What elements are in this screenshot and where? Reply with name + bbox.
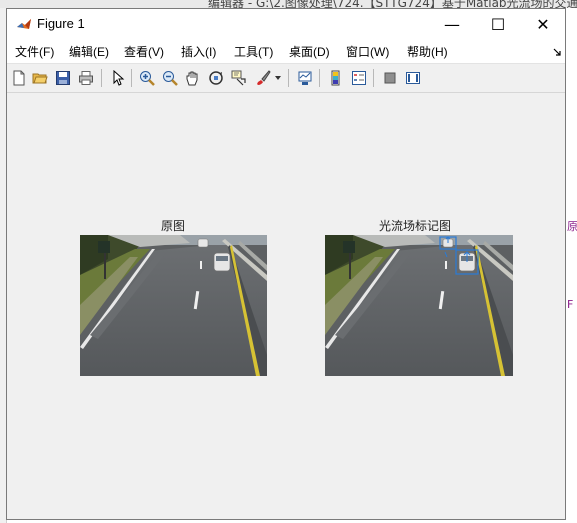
pan-button[interactable] — [184, 69, 202, 87]
menu-view[interactable]: 查看(V) — [124, 43, 164, 60]
link-plot-icon — [298, 71, 312, 85]
menu-bar: 文件(F) 编辑(E) 查看(V) 插入(I) 工具(T) 桌面(D) 窗口(W… — [7, 39, 565, 64]
show-plot-tools-icon — [406, 72, 420, 84]
figure-canvas: 原图 光流场标记图 — [7, 93, 565, 519]
background-side-text: 原 — [567, 220, 577, 233]
arrow-icon[interactable] — [553, 48, 561, 56]
edit-plot-icon — [113, 70, 125, 86]
toolbar-separator — [319, 69, 320, 87]
background-editor-right-panel: 原 F — [566, 8, 577, 523]
data-cursor-icon — [231, 70, 246, 86]
open-file-icon — [32, 73, 48, 84]
original-image — [80, 235, 267, 376]
new-figure-icon — [13, 70, 25, 86]
edit-plot-button[interactable] — [109, 69, 127, 87]
brush-icon — [257, 70, 271, 85]
menu-help[interactable]: 帮助(H) — [407, 43, 448, 60]
print-icon — [79, 71, 93, 85]
toolbar-separator — [288, 69, 289, 87]
maximize-button[interactable]: ☐ — [475, 9, 521, 39]
menu-insert[interactable]: 插入(I) — [181, 43, 216, 60]
minimize-icon: — — [444, 14, 460, 34]
toolbar-separator — [373, 69, 374, 87]
open-file-button[interactable] — [31, 69, 49, 87]
figure-window: Figure 1 — ☐ ✕ 文件(F) 编辑(E) 查看(V) 插入(I) 工… — [6, 8, 566, 520]
figure-title: Figure 1 — [37, 16, 85, 31]
chevron-down-icon — [275, 76, 281, 80]
axes-title-optical-flow: 光流场标记图 — [379, 219, 452, 233]
menu-tools[interactable]: 工具(T) — [234, 43, 273, 60]
zoom-out-button[interactable] — [161, 69, 179, 87]
menu-edit[interactable]: 编辑(E) — [69, 43, 109, 60]
legend-button[interactable] — [350, 69, 368, 87]
brush-button[interactable] — [254, 69, 272, 87]
rotate-3d-icon — [209, 71, 223, 85]
zoom-in-icon — [140, 71, 155, 86]
zoom-out-icon — [163, 71, 178, 86]
menu-file[interactable]: 文件(F) — [15, 43, 54, 60]
show-plot-tools-button[interactable] — [404, 69, 422, 87]
zoom-in-button[interactable] — [138, 69, 156, 87]
pan-icon — [186, 71, 198, 86]
axes-title-original: 原图 — [161, 219, 186, 233]
toolbar-separator — [131, 69, 132, 87]
close-icon: ✕ — [536, 14, 550, 34]
print-button[interactable] — [77, 69, 95, 87]
save-button[interactable] — [54, 69, 72, 87]
matlab-logo-icon — [16, 16, 32, 32]
link-plot-button[interactable] — [296, 69, 314, 87]
figure-toolbar — [7, 64, 565, 93]
colorbar-icon — [331, 70, 340, 86]
toolbar-separator — [101, 69, 102, 87]
new-figure-button[interactable] — [10, 69, 28, 87]
hide-plot-tools-button[interactable] — [381, 69, 399, 87]
data-cursor-button[interactable] — [230, 69, 248, 87]
background-side-text: F — [567, 298, 574, 311]
legend-icon — [352, 71, 366, 85]
colorbar-button[interactable] — [327, 69, 345, 87]
optical-flow-image — [325, 235, 513, 376]
close-button[interactable]: ✕ — [520, 9, 566, 39]
minimize-button[interactable]: — — [429, 9, 475, 39]
rotate-3d-button[interactable] — [207, 69, 225, 87]
save-icon — [56, 71, 70, 85]
menu-desktop[interactable]: 桌面(D) — [289, 43, 330, 60]
menu-window[interactable]: 窗口(W) — [346, 43, 389, 60]
maximize-icon: ☐ — [490, 14, 506, 34]
hide-plot-tools-icon — [384, 72, 396, 84]
brush-dropdown[interactable] — [273, 69, 283, 87]
figure-titlebar[interactable]: Figure 1 — ☐ ✕ — [7, 9, 565, 39]
